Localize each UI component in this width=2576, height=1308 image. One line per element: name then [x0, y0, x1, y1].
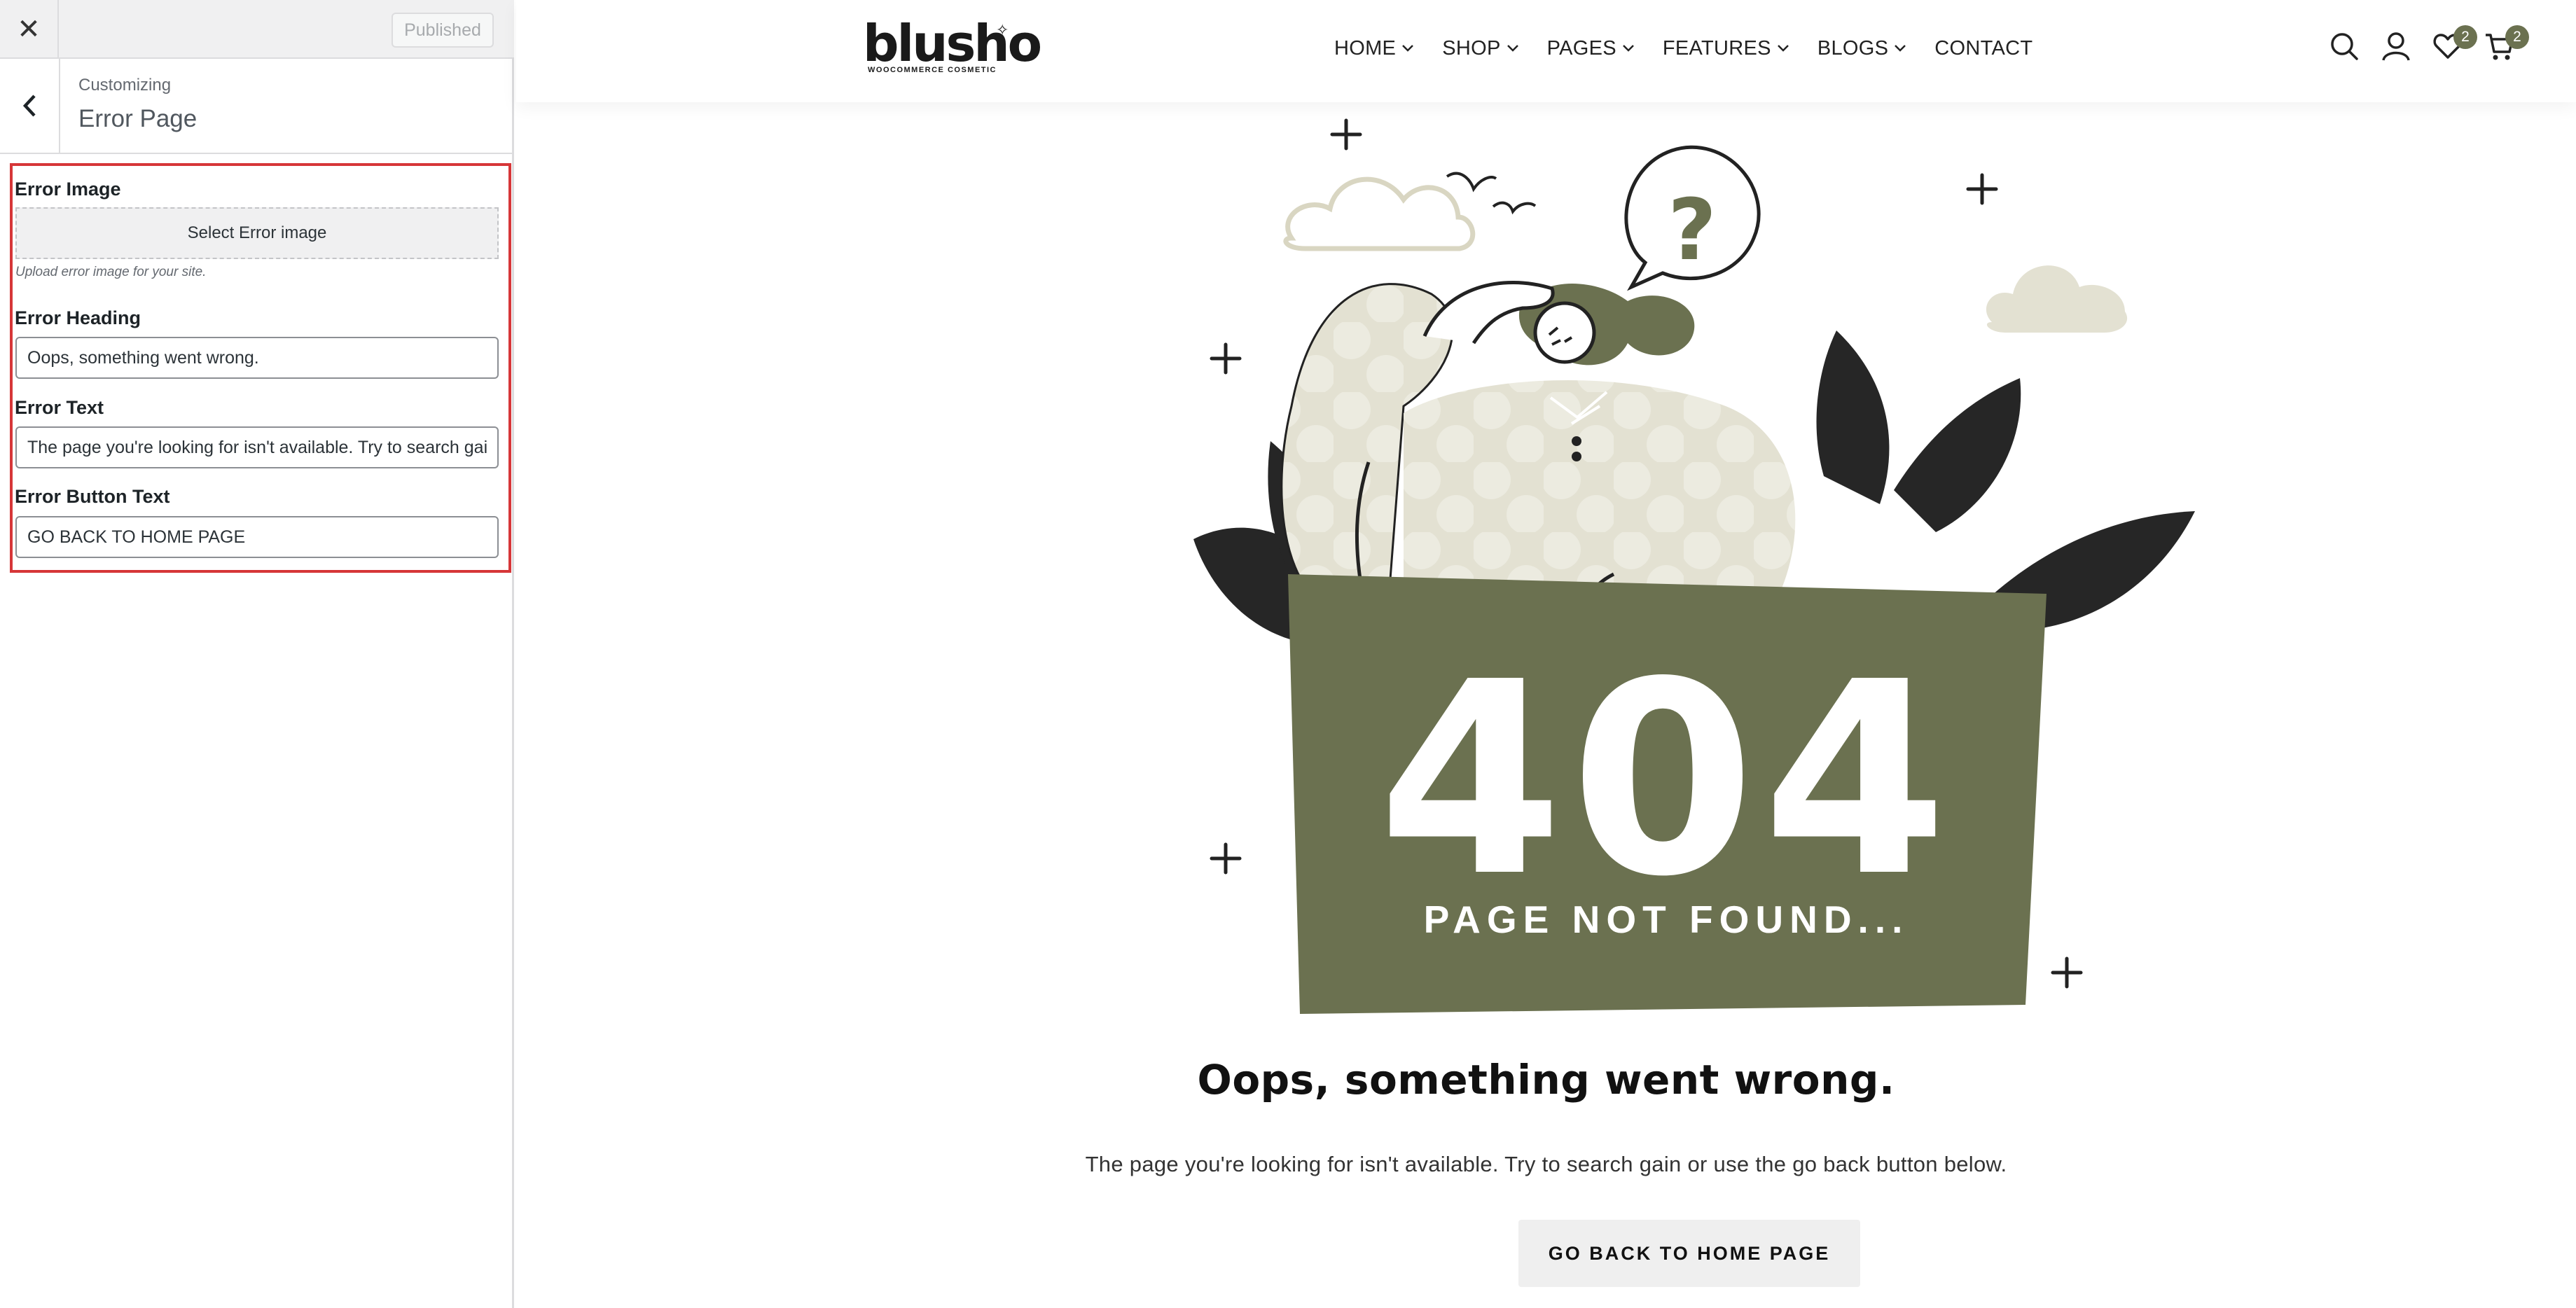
chevron-down-icon	[1622, 45, 1634, 52]
nav-item-contact[interactable]: CONTACT	[1934, 37, 2033, 60]
bird-shape	[1492, 201, 1537, 215]
chevron-down-icon	[1777, 45, 1789, 52]
error-text-input[interactable]	[15, 426, 499, 468]
section-header: Customizing Error Page	[0, 59, 514, 154]
user-icon	[2382, 32, 2410, 61]
section-title: Error Page	[78, 105, 198, 132]
cart-count-badge: 2	[2505, 25, 2529, 49]
error-image-description: Upload error image for your site.	[15, 265, 207, 279]
leaf-shape	[1816, 331, 1890, 504]
close-icon: ✕	[17, 14, 41, 45]
site-header: blusho ✧ WOOCOMMERCE COSMETIC HOME SHOP …	[516, 0, 2576, 102]
error-image-label: Error Image	[15, 179, 121, 200]
page-not-found-caption: PAGE NOT FOUND...	[1424, 898, 1909, 941]
logo-tagline: WOOCOMMERCE COSMETIC	[868, 66, 997, 74]
error-heading-label: Error Heading	[15, 307, 141, 328]
sparkle-icon: ✧	[996, 21, 1009, 39]
header-account-button[interactable]	[2381, 31, 2411, 62]
bird-shape	[1446, 172, 1497, 193]
back-button[interactable]	[0, 59, 60, 153]
leaf-shape	[1894, 378, 2021, 532]
chevron-down-icon	[1895, 45, 1906, 52]
error-text-label: Error Text	[15, 397, 104, 418]
customizer-sidebar: ✕ Published Customizing Error Page Error…	[0, 0, 514, 1308]
logo-wordmark: blusho	[863, 14, 1042, 73]
site-logo[interactable]: blusho ✧ WOOCOMMERCE COSMETIC	[863, 15, 1042, 78]
nav-label: BLOGS	[1817, 36, 1889, 60]
nav-item-features[interactable]: FEATURES	[1663, 37, 1789, 60]
chevron-down-icon	[1402, 45, 1414, 52]
select-error-image-button[interactable]: Select Error image	[15, 207, 499, 259]
chevron-down-icon	[1507, 45, 1518, 52]
chevron-left-icon	[22, 95, 36, 117]
breadcrumb: Customizing	[78, 76, 172, 95]
main-navigation: HOME SHOP PAGES FEATURES BLOGS CONTACT	[1334, 0, 2061, 97]
nav-label: FEATURES	[1662, 36, 1771, 60]
nav-item-shop[interactable]: SHOP	[1442, 37, 1518, 60]
search-icon	[2331, 33, 2358, 60]
header-search-button[interactable]	[2329, 31, 2360, 62]
header-wishlist-button[interactable]: 2	[2432, 25, 2477, 62]
nav-label: SHOP	[1442, 36, 1501, 60]
nav-item-pages[interactable]: PAGES	[1547, 37, 1635, 60]
error-button-text-label: Error Button Text	[15, 486, 170, 507]
cloud-shape	[1986, 265, 2128, 333]
error-text: The page you're looking for isn't availa…	[1085, 1152, 2007, 1176]
nav-item-blogs[interactable]: BLOGS	[1817, 37, 1906, 60]
error-heading: Oops, something went wrong.	[1197, 1056, 1895, 1104]
cloud-shape	[1283, 176, 1476, 251]
error-illustration: ? 404 PAGE NOT FOUND...	[1193, 118, 2195, 1014]
wishlist-count-badge: 2	[2453, 25, 2477, 49]
error-button-text-input[interactable]	[15, 516, 499, 558]
go-home-button[interactable]: GO BACK TO HOME PAGE	[1518, 1220, 1860, 1287]
close-customizer-button[interactable]: ✕	[0, 0, 59, 59]
publish-button[interactable]: Published	[392, 13, 494, 48]
header-cart-button[interactable]: 2	[2484, 25, 2529, 62]
nav-label: CONTACT	[1934, 36, 2033, 60]
nav-label: PAGES	[1546, 36, 1616, 60]
customizer-top-bar: ✕ Published	[0, 0, 514, 59]
error-heading-input[interactable]	[15, 337, 499, 379]
site-preview: blusho ✧ WOOCOMMERCE COSMETIC HOME SHOP …	[516, 0, 2576, 1308]
question-mark: ?	[1668, 182, 1717, 279]
error-code-text: 404	[1378, 625, 1954, 935]
nav-label: HOME	[1334, 36, 1397, 60]
nav-item-home[interactable]: HOME	[1334, 37, 1414, 60]
